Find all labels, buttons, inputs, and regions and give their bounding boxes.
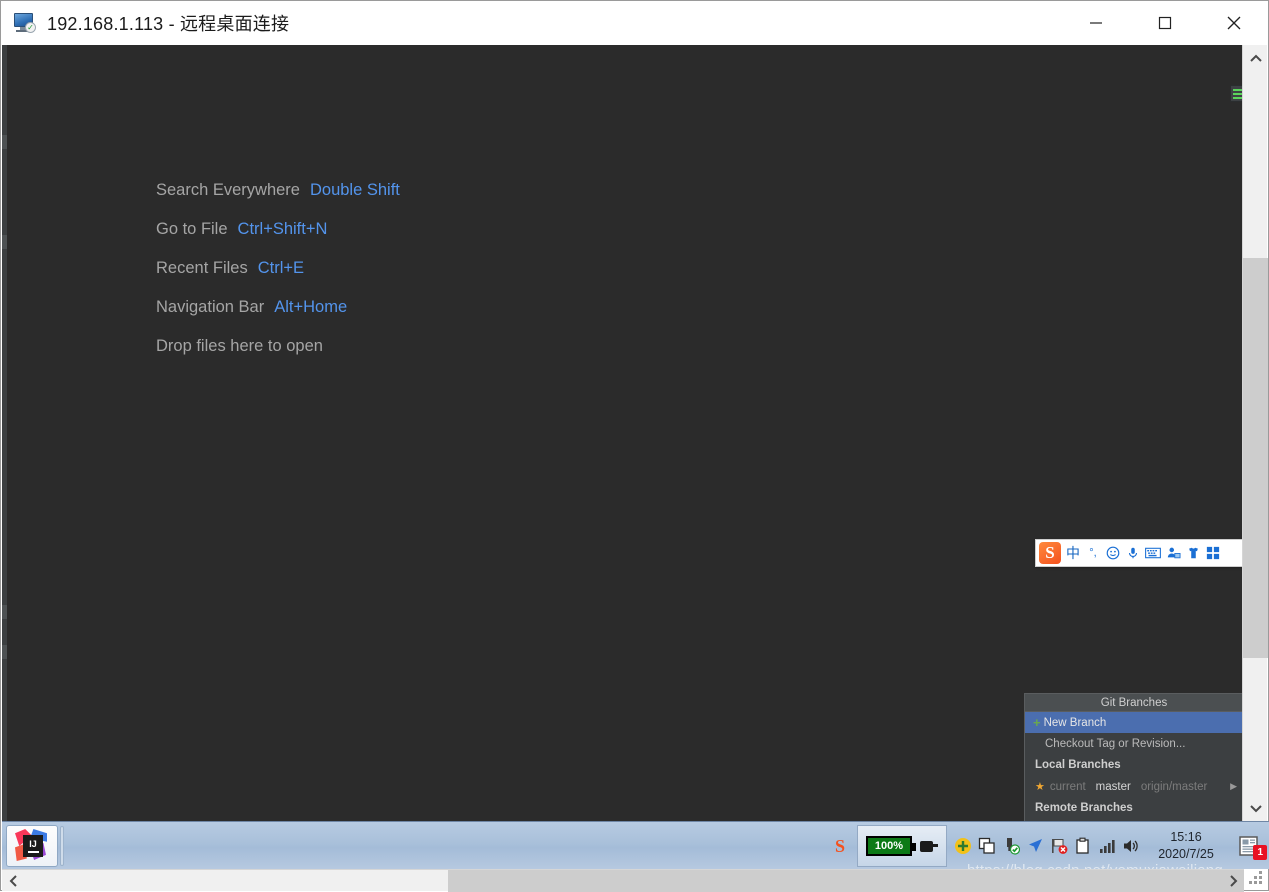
skin-icon[interactable] [1183, 541, 1203, 565]
sogou-tray-icon[interactable]: S [823, 822, 857, 870]
copy-icon[interactable] [975, 822, 999, 870]
branch-name: master [1095, 780, 1131, 793]
hint-row: Recent Files Ctrl+E [156, 249, 756, 288]
hint-label: Go to File [156, 220, 228, 238]
intellij-letters: IJ [29, 839, 37, 849]
taskbar-clock[interactable]: 15:16 2020/7/25 [1143, 822, 1229, 870]
window-title: 192.168.1.113 - 远程桌面连接 [47, 14, 290, 34]
power-plug-icon [918, 839, 938, 853]
clock-date: 2020/7/25 [1158, 847, 1214, 861]
branch-tracking: origin/master [1140, 780, 1208, 793]
battery-percent-label: 100% [874, 840, 904, 852]
vertical-scrollbar-thumb[interactable] [1243, 258, 1268, 658]
git-local-branches-header: Local Branches [1035, 759, 1121, 771]
horizontal-scrollbar[interactable] [2, 869, 1244, 892]
git-new-branch-item[interactable]: + New Branch [1025, 712, 1243, 733]
hint-label: Navigation Bar [156, 298, 265, 316]
remote-desktop-window: ✓ 192.168.1.113 - 远程桌面连接 Search Everywhe… [0, 0, 1269, 892]
hint-row: Go to File Ctrl+Shift+N [156, 210, 756, 249]
plus-icon: + [1033, 714, 1041, 730]
network-signal-icon[interactable] [1095, 822, 1119, 870]
update-icon[interactable] [951, 822, 975, 870]
windows-taskbar: IJ S 100% 15:16 2020/7/25 1 [2, 821, 1269, 869]
flag-error-icon[interactable] [1047, 822, 1071, 870]
maximize-button[interactable] [1130, 1, 1199, 45]
hint-shortcut: Double Shift [309, 181, 400, 199]
cursor-icon[interactable] [1023, 822, 1047, 870]
clock-time: 15:16 [1170, 830, 1202, 844]
close-button[interactable] [1199, 1, 1268, 45]
sogou-logo-icon[interactable]: S [1037, 541, 1063, 565]
remote-desktop-viewport[interactable]: Search Everywhere Double Shift Go to Fil… [2, 45, 1243, 821]
editor-hint-list: Search Everywhere Double Shift Go to Fil… [156, 171, 756, 366]
git-checkout-item[interactable]: Checkout Tag or Revision... [1025, 733, 1243, 754]
scroll-down-arrow-icon[interactable] [1243, 795, 1268, 821]
git-checkout-label: Checkout Tag or Revision... [1045, 737, 1186, 750]
git-local-branch-row[interactable]: ★ current master origin/master ▶ [1025, 776, 1243, 797]
remote-desktop-icon: ✓ [13, 11, 37, 35]
keyboard-icon[interactable] [1143, 541, 1163, 565]
user-card-icon[interactable] [1163, 541, 1183, 565]
emoji-icon[interactable] [1103, 541, 1123, 565]
git-branches-popup[interactable]: Git Branches + New Branch Checkout Tag o… [1024, 693, 1243, 821]
window-controls [1061, 1, 1268, 45]
notification-badge: 1 [1253, 845, 1267, 860]
scroll-right-arrow-icon[interactable] [1222, 870, 1244, 892]
hint-label: Drop files here to open [156, 337, 323, 355]
usb-safe-remove-icon[interactable] [999, 822, 1023, 870]
hint-shortcut: Ctrl+Shift+N [237, 220, 328, 238]
vertical-scrollbar[interactable] [1242, 45, 1268, 821]
clipboard-icon[interactable] [1071, 822, 1095, 870]
horizontal-scrollbar-thumb[interactable] [448, 870, 1244, 892]
battery-panel[interactable]: 100% [857, 825, 947, 867]
hint-row: Navigation Bar Alt+Home [156, 288, 756, 327]
git-remote-branches-header: Remote Branches [1035, 802, 1133, 814]
taskbar-app-intellij-idea[interactable]: IJ [6, 825, 58, 867]
battery-icon: 100% [866, 836, 916, 856]
scroll-left-arrow-icon[interactable] [2, 870, 24, 892]
hint-row: Search Everywhere Double Shift [156, 171, 756, 210]
intellij-idea-icon: IJ [15, 829, 49, 863]
sogou-s-glyph: S [1039, 542, 1061, 564]
checkmark-badge-icon: ✓ [25, 22, 36, 33]
hint-shortcut: Alt+Home [274, 298, 348, 316]
ime-language-mode-button[interactable]: 中 [1063, 541, 1083, 565]
sogou-tray-glyph: S [834, 835, 845, 856]
ide-tool-window-stripe[interactable] [2, 45, 7, 821]
volume-icon[interactable] [1119, 822, 1143, 870]
hint-shortcut: Ctrl+E [257, 259, 305, 277]
taskbar-separator [60, 826, 64, 866]
branch-current-label: current [1049, 780, 1086, 793]
minimize-button[interactable] [1061, 1, 1130, 45]
toolbox-icon[interactable] [1203, 541, 1223, 565]
sogou-ime-toolbar[interactable]: S 中 °, [1035, 539, 1243, 567]
star-icon: ★ [1035, 781, 1045, 793]
ime-punctuation-button[interactable]: °, [1083, 541, 1103, 565]
hint-row-drop-files: Drop files here to open [156, 327, 756, 366]
system-tray: S 100% 15:16 2020/7/25 1 [823, 822, 1269, 870]
scroll-up-arrow-icon[interactable] [1243, 45, 1268, 71]
hint-label: Search Everywhere [156, 181, 300, 199]
window-resize-grip[interactable] [1245, 867, 1267, 889]
git-new-branch-label: New Branch [1043, 716, 1107, 729]
hint-label: Recent Files [156, 259, 248, 277]
notification-center-button[interactable]: 1 [1229, 822, 1269, 870]
microphone-icon[interactable] [1123, 541, 1143, 565]
git-branches-popup-title: Git Branches [1025, 694, 1243, 712]
chevron-right-icon: ▶ [1230, 781, 1237, 791]
window-titlebar: ✓ 192.168.1.113 - 远程桌面连接 [1, 1, 1268, 45]
